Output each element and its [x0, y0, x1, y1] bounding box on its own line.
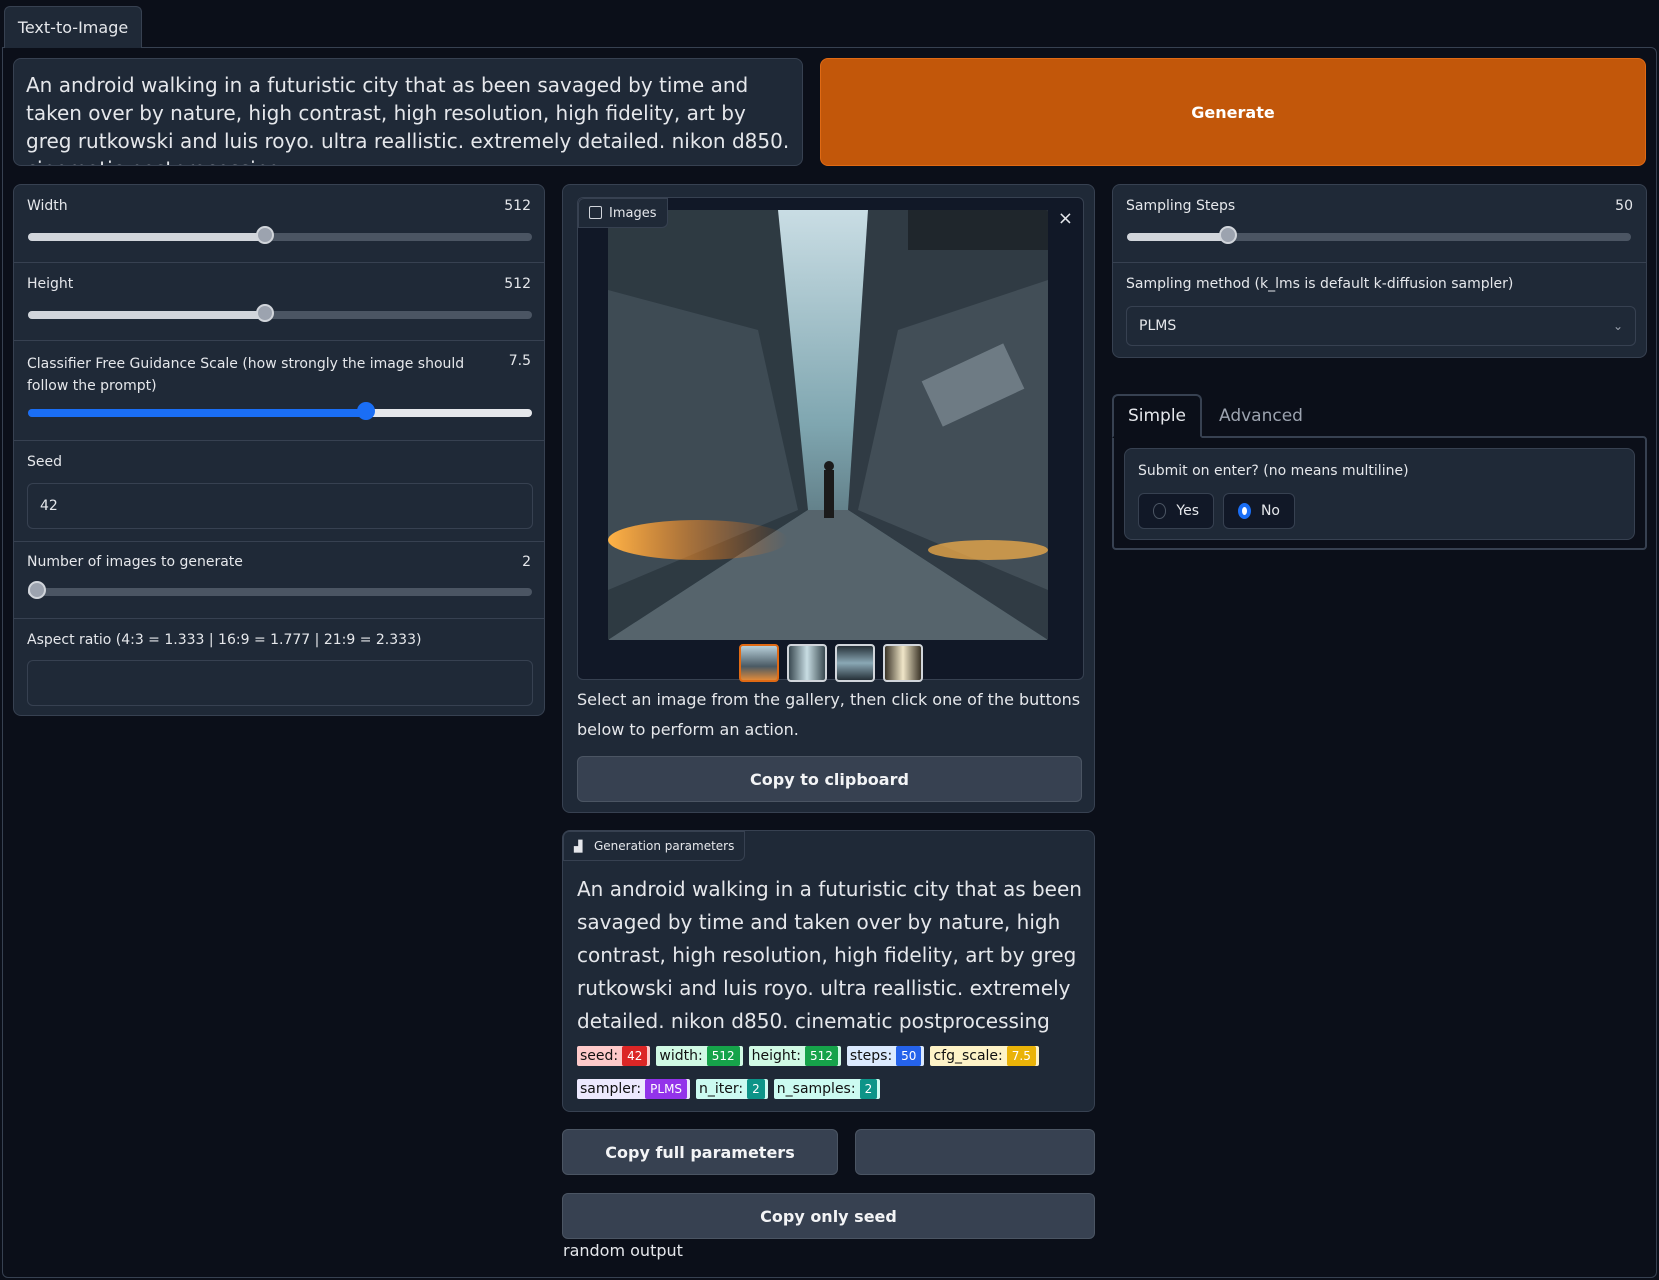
tab-text-to-image[interactable]: Text-to-Image: [4, 6, 142, 48]
param-chip: n_samples: 2: [773, 1078, 881, 1099]
images-label-text: Images: [609, 205, 657, 221]
settings-panel: Width 512 Height 512 Classifier Free Gui…: [13, 184, 545, 716]
seed-input[interactable]: 42: [27, 483, 533, 529]
param-chip: steps: 50: [846, 1045, 925, 1066]
param-chip-key: cfg_scale:: [933, 1047, 1003, 1064]
param-chip-key: n_samples:: [776, 1080, 856, 1097]
random-output-label: random output: [563, 1241, 683, 1260]
parameters-text: An android walking in a futuristic city …: [577, 873, 1082, 1104]
height-value: 512: [504, 276, 531, 292]
param-chip-value: 512: [706, 1045, 740, 1066]
radio-yes-label: Yes: [1176, 503, 1199, 519]
options-tabs: Simple Advanced Submit on enter? (no mea…: [1112, 394, 1647, 550]
param-chip-value: 7.5: [1006, 1045, 1036, 1066]
param-chip: height: 512: [748, 1045, 841, 1066]
copy-to-clipboard-button[interactable]: Copy to clipboard: [577, 756, 1082, 802]
sampling-steps-label: Sampling Steps: [1126, 198, 1236, 214]
cfg-label: Classifier Free Guidance Scale (how stro…: [27, 356, 465, 394]
param-chip-key: seed:: [580, 1047, 619, 1064]
thumbnail-1[interactable]: [738, 644, 779, 682]
sampling-steps-slider[interactable]: [1127, 226, 1631, 244]
submit-on-enter-group: Submit on enter? (no means multiline) Ye…: [1124, 448, 1635, 540]
n-images-value: 2: [522, 554, 531, 570]
generation-parameters-label: ▟ Generation parameters: [563, 831, 746, 861]
radio-yes[interactable]: Yes: [1138, 493, 1214, 529]
gallery-hint: Select an image from the gallery, then c…: [577, 690, 1081, 739]
aspect-input[interactable]: [27, 660, 533, 706]
param-chip: seed: 42: [577, 1045, 651, 1066]
empty-button[interactable]: [855, 1129, 1095, 1175]
param-chip: width: 512: [656, 1045, 743, 1066]
radio-no-dot: [1238, 503, 1251, 519]
radio-no-label: No: [1260, 503, 1280, 519]
thumbnail-4[interactable]: [882, 644, 923, 682]
copy-full-parameters-button[interactable]: Copy full parameters: [562, 1129, 838, 1175]
prompt-input[interactable]: [13, 58, 803, 166]
height-slider[interactable]: [28, 304, 532, 322]
param-chip-key: height:: [751, 1047, 801, 1064]
thumbnail-2[interactable]: [786, 644, 827, 682]
param-chip-value: 512: [804, 1045, 838, 1066]
param-chip: n_iter: 2: [696, 1078, 768, 1099]
thumbnail-strip: [578, 644, 1083, 682]
image-icon: [589, 206, 602, 219]
generation-parameters-panel: ▟ Generation parameters An android walki…: [562, 830, 1095, 1112]
close-icon[interactable]: ×: [1058, 208, 1073, 229]
generate-button[interactable]: Generate: [820, 58, 1646, 166]
param-chip-value: 42: [622, 1045, 648, 1066]
param-chip-value: 2: [747, 1078, 765, 1099]
parameters-prompt: An android walking in a futuristic city …: [577, 877, 1082, 1033]
width-label: Width: [27, 198, 68, 214]
param-chip-value: 50: [896, 1045, 922, 1066]
sampling-method-value: PLMS: [1139, 318, 1177, 334]
chart-icon: ▟: [574, 840, 583, 853]
sampling-steps-value: 50: [1615, 198, 1633, 214]
copy-only-seed-button[interactable]: Copy only seed: [562, 1193, 1095, 1239]
param-chip-key: n_iter:: [699, 1080, 744, 1097]
n-images-label: Number of images to generate: [27, 554, 243, 570]
tab-simple[interactable]: Simple: [1112, 394, 1202, 438]
tab-advanced[interactable]: Advanced: [1206, 394, 1316, 438]
generated-image[interactable]: [608, 210, 1048, 640]
param-chip-value: PLMS: [645, 1078, 688, 1099]
n-images-slider[interactable]: [28, 581, 532, 599]
thumbnail-3[interactable]: [834, 644, 875, 682]
slider-rest: [366, 409, 532, 417]
seed-label: Seed: [27, 454, 62, 470]
param-chip-key: steps:: [849, 1047, 893, 1064]
images-label: Images: [578, 198, 668, 228]
cfg-value: 7.5: [508, 353, 531, 369]
radio-no[interactable]: No: [1223, 493, 1295, 529]
param-chip-key: width:: [659, 1047, 703, 1064]
submit-on-enter-label: Submit on enter? (no means multiline): [1138, 463, 1409, 479]
gallery: Images ×: [577, 197, 1084, 682]
param-chip: cfg_scale: 7.5: [930, 1045, 1039, 1066]
chevron-down-icon: ⌄: [1612, 319, 1623, 333]
sampling-method-select[interactable]: PLMS ⌄: [1126, 306, 1636, 346]
sampling-method-label: Sampling method (k_lms is default k-diff…: [1126, 276, 1514, 292]
sampling-panel: Sampling Steps 50 Sampling method (k_lms…: [1112, 184, 1647, 358]
height-label: Height: [27, 276, 74, 292]
cfg-slider[interactable]: [28, 402, 532, 420]
gallery-panel: Images × Select an image from the galler…: [562, 184, 1095, 813]
param-chip: sampler: PLMS: [577, 1078, 691, 1099]
aspect-label: Aspect ratio (4:3 = 1.333 | 16:9 = 1.777…: [27, 632, 422, 648]
param-chip-key: sampler:: [580, 1080, 642, 1097]
generation-parameters-label-text: Generation parameters: [594, 839, 735, 853]
param-chip-value: 2: [859, 1078, 878, 1099]
radio-yes-dot: [1153, 503, 1167, 519]
width-value: 512: [504, 198, 531, 214]
width-slider[interactable]: [28, 226, 532, 244]
